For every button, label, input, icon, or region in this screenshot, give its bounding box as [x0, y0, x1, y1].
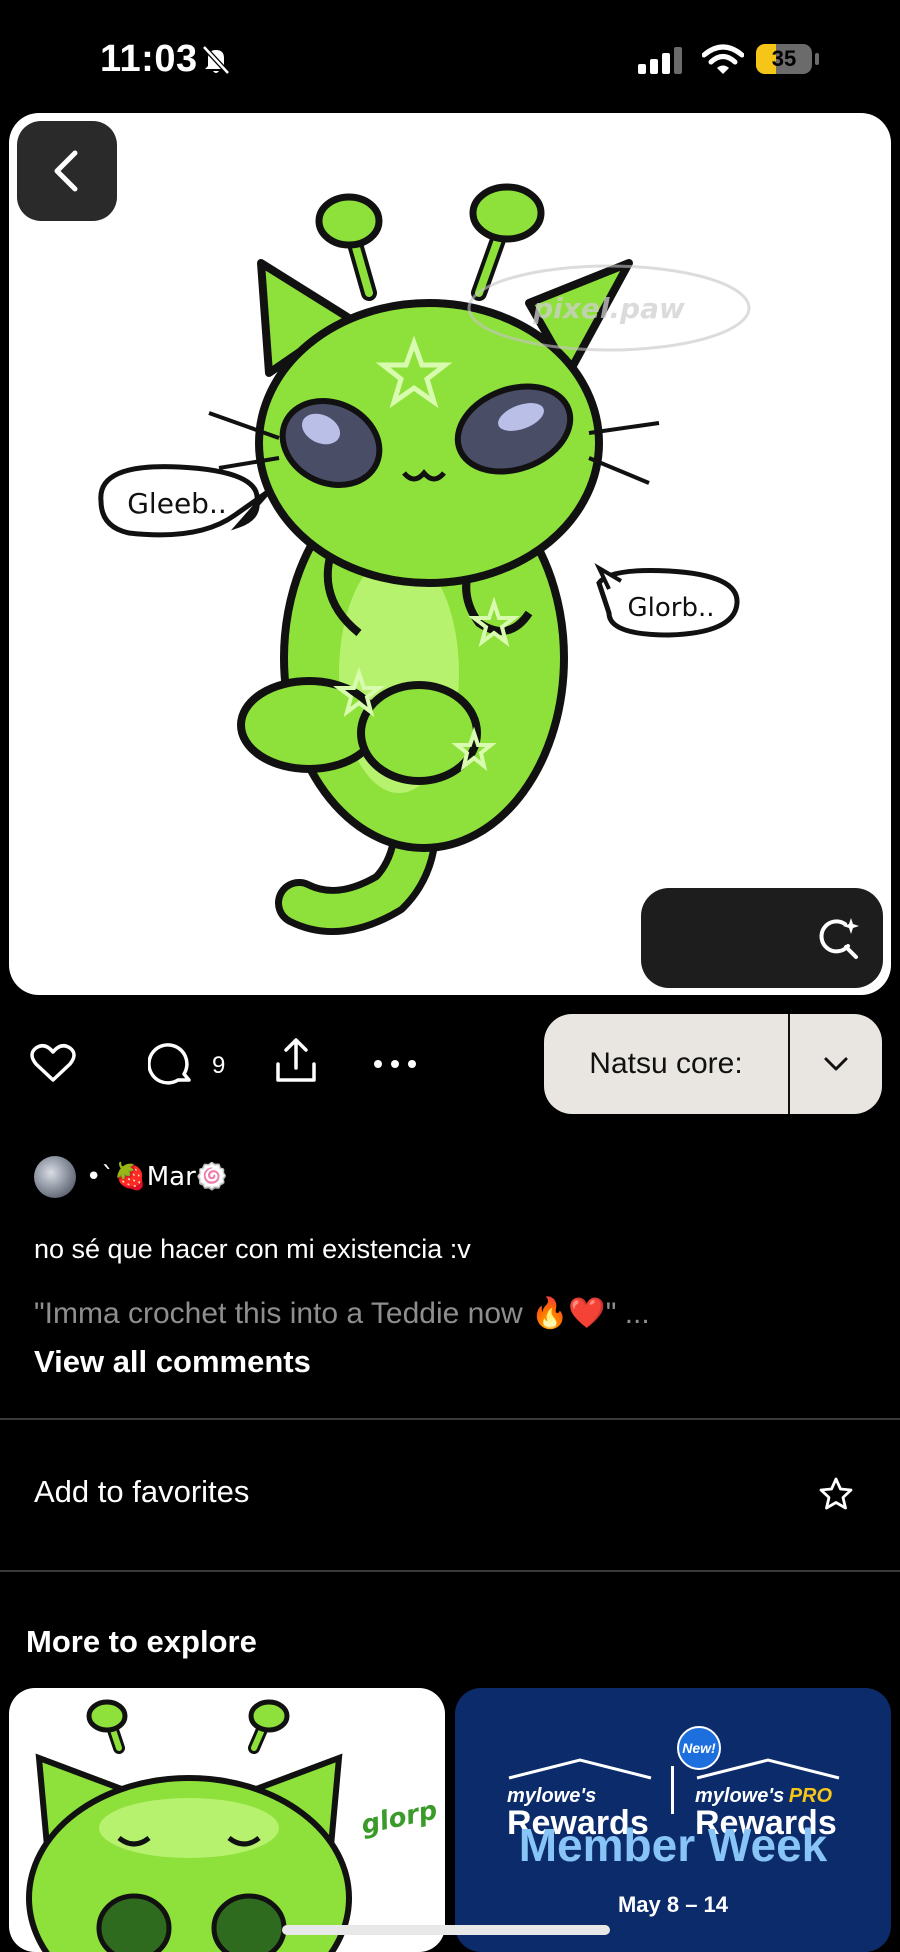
- star-icon[interactable]: [818, 1476, 854, 1512]
- status-time: 11:03: [100, 38, 198, 80]
- ad-dates: May 8 – 14: [617, 1892, 729, 1917]
- add-to-favorites-row[interactable]: Add to favorites: [0, 1420, 900, 1570]
- pin-description: no sé que hacer con mi existencia :v: [34, 1234, 471, 1264]
- board-name[interactable]: Natsu core:: [544, 1014, 788, 1114]
- battery-icon: 35: [756, 44, 812, 74]
- back-button[interactable]: [17, 121, 117, 221]
- promoted-pin-card[interactable]: mylowe's Rewards New! mylowe's PRO Rewar…: [455, 1688, 891, 1952]
- comment-icon[interactable]: [148, 1042, 194, 1088]
- visual-search-button[interactable]: [641, 888, 883, 988]
- ad-headline: Member Week: [518, 1819, 828, 1871]
- house-roof-icon: [696, 1758, 840, 1780]
- avatar[interactable]: [34, 1156, 76, 1198]
- board-picker-button[interactable]: [790, 1014, 882, 1114]
- add-to-favorites-label: Add to favorites: [34, 1474, 250, 1509]
- cell-signal-icon: [638, 47, 682, 74]
- wifi-icon: [702, 44, 744, 74]
- more-to-explore-heading: More to explore: [26, 1624, 257, 1659]
- speech-bubble-left: Gleeb..: [127, 487, 227, 520]
- pin-image[interactable]: pixel.paw Gleeb.. Glorb..: [9, 113, 891, 995]
- comment-preview[interactable]: "Imma crochet this into a Teddie now 🔥❤️…: [34, 1296, 650, 1331]
- alien-cat-illustration: pixel.paw Gleeb.. Glorb..: [98, 183, 751, 935]
- logo-separator: [671, 1766, 674, 1814]
- view-all-comments-link[interactable]: View all comments: [34, 1344, 311, 1380]
- heart-icon[interactable]: [30, 1042, 76, 1084]
- home-indicator[interactable]: [282, 1925, 610, 1935]
- pin-author[interactable]: •`🍓Mar🍥: [34, 1154, 228, 1200]
- chevron-down-icon: [824, 1057, 848, 1071]
- battery-tip: [815, 53, 819, 65]
- share-icon[interactable]: [272, 1036, 320, 1086]
- comment-count: 9: [212, 1052, 226, 1079]
- chevron-left-icon: [54, 150, 78, 192]
- speech-bubble-right: Glorb..: [627, 593, 714, 623]
- more-options-icon[interactable]: [372, 1058, 418, 1070]
- bell-off-icon: [202, 45, 230, 75]
- divider: [0, 1570, 900, 1572]
- save-to-board-button[interactable]: Natsu core:: [544, 1014, 882, 1114]
- author-name[interactable]: •`🍓Mar🍥: [86, 1162, 228, 1192]
- pin-action-bar: 9 Natsu core:: [0, 1012, 900, 1116]
- alien-cat-thumbnail: glorp: [26, 1699, 440, 1952]
- watermark: pixel.paw: [532, 292, 685, 325]
- status-bar: 11:03 35: [0, 0, 900, 112]
- battery-level: 35: [771, 46, 797, 71]
- house-roof-icon: [508, 1758, 652, 1780]
- explore-pin-card[interactable]: glorp: [9, 1688, 445, 1952]
- visual-search-icon: [819, 918, 859, 959]
- thumbnail-label: glorp: [359, 1796, 440, 1841]
